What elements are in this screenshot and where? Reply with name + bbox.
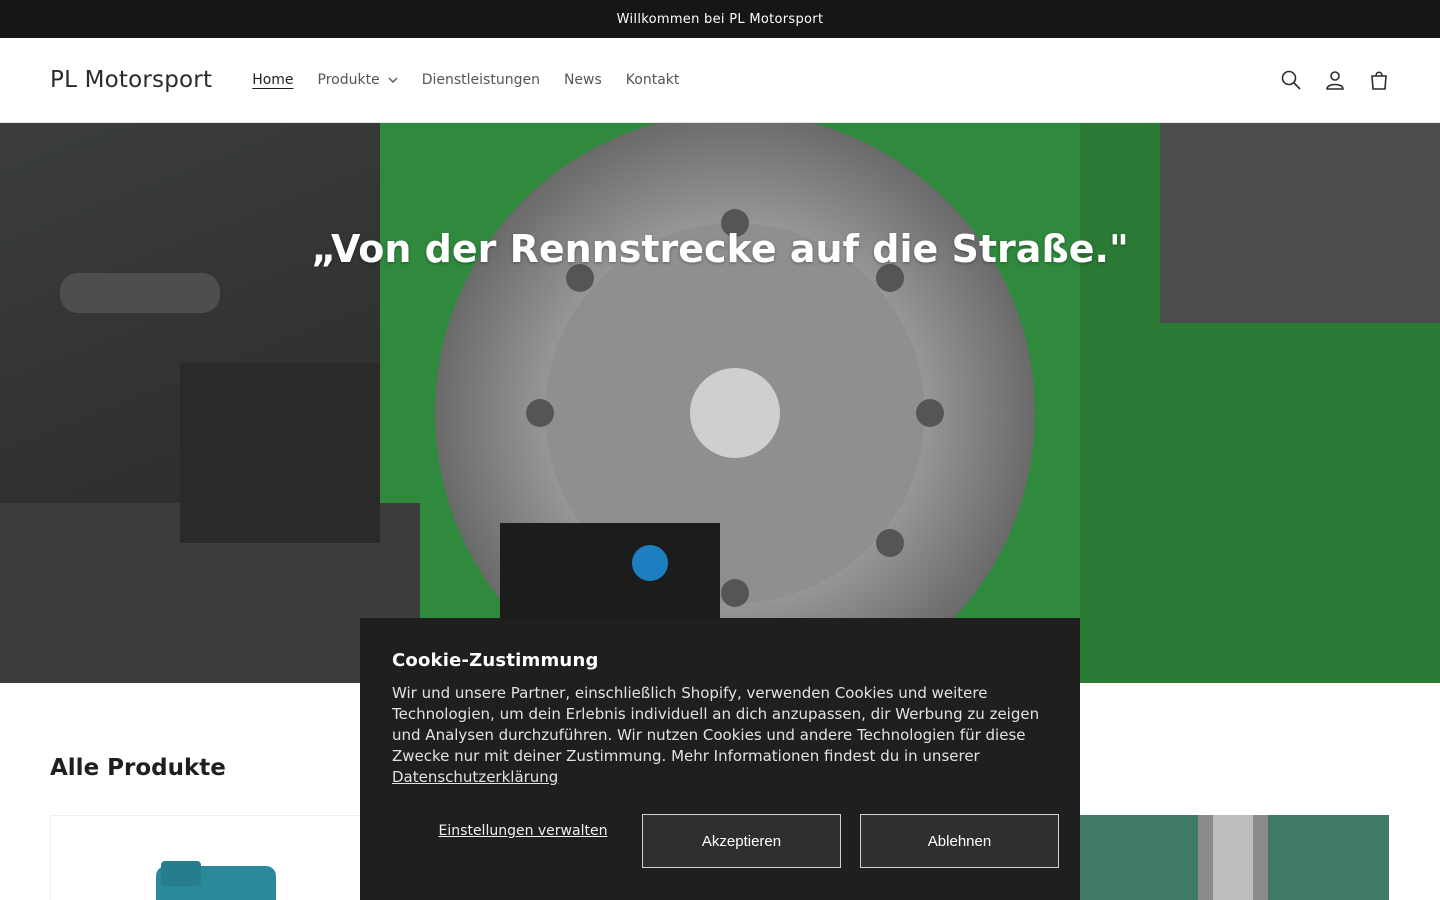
nav-item-kontakt[interactable]: Kontakt (614, 72, 692, 88)
cookie-body-text: Wir und unsere Partner, einschließlich S… (392, 684, 1040, 765)
chevron-down-icon (388, 77, 398, 83)
manage-settings-link[interactable]: Einstellungen verwalten (412, 822, 634, 841)
main-nav: Home Produkte Dienstleistungen News Kont… (240, 72, 691, 88)
site-header: PL Motorsport Home Produkte Dienstleistu… (0, 38, 1440, 123)
privacy-policy-link[interactable]: Datenschutzerklärung (392, 768, 558, 786)
nav-item-produkte-label: Produkte (317, 72, 380, 88)
cookie-body: Wir und unsere Partner, einschließlich S… (392, 683, 1042, 788)
cookie-title: Cookie-Zustimmung (392, 650, 599, 671)
hero-image-brake-disc (0, 123, 1440, 683)
hero-title: „Von der Rennstrecke auf die Straße." (311, 227, 1129, 271)
nav-item-produkte[interactable]: Produkte (306, 72, 410, 88)
cookie-actions: Einstellungen verwalten Akzeptieren Able… (392, 814, 1059, 868)
products-heading: Alle Produkte (50, 755, 226, 781)
decline-button[interactable]: Ablehnen (860, 814, 1059, 868)
nav-item-home[interactable]: Home (240, 72, 305, 88)
announcement-bar: Willkommen bei PL Motorsport (0, 0, 1440, 38)
product-image-machine (1078, 815, 1389, 900)
site-logo[interactable]: PL Motorsport (50, 67, 212, 93)
announcement-text: Willkommen bei PL Motorsport (616, 11, 824, 27)
hero-banner: „Von der Rennstrecke auf die Straße." (0, 123, 1440, 683)
accept-button[interactable]: Akzeptieren (642, 814, 841, 868)
header-icons (1280, 69, 1390, 91)
nav-item-news[interactable]: News (552, 72, 614, 88)
nav-item-dienstleistungen[interactable]: Dienstleistungen (410, 72, 552, 88)
product-card[interactable] (50, 815, 362, 900)
product-image-oil-can (156, 861, 276, 900)
cookie-consent-dialog: Cookie-Zustimmung Wir und unsere Partner… (360, 618, 1080, 900)
product-card[interactable] (1078, 815, 1389, 900)
account-icon[interactable] (1324, 69, 1346, 91)
cart-icon[interactable] (1368, 69, 1390, 91)
search-icon[interactable] (1280, 69, 1302, 91)
